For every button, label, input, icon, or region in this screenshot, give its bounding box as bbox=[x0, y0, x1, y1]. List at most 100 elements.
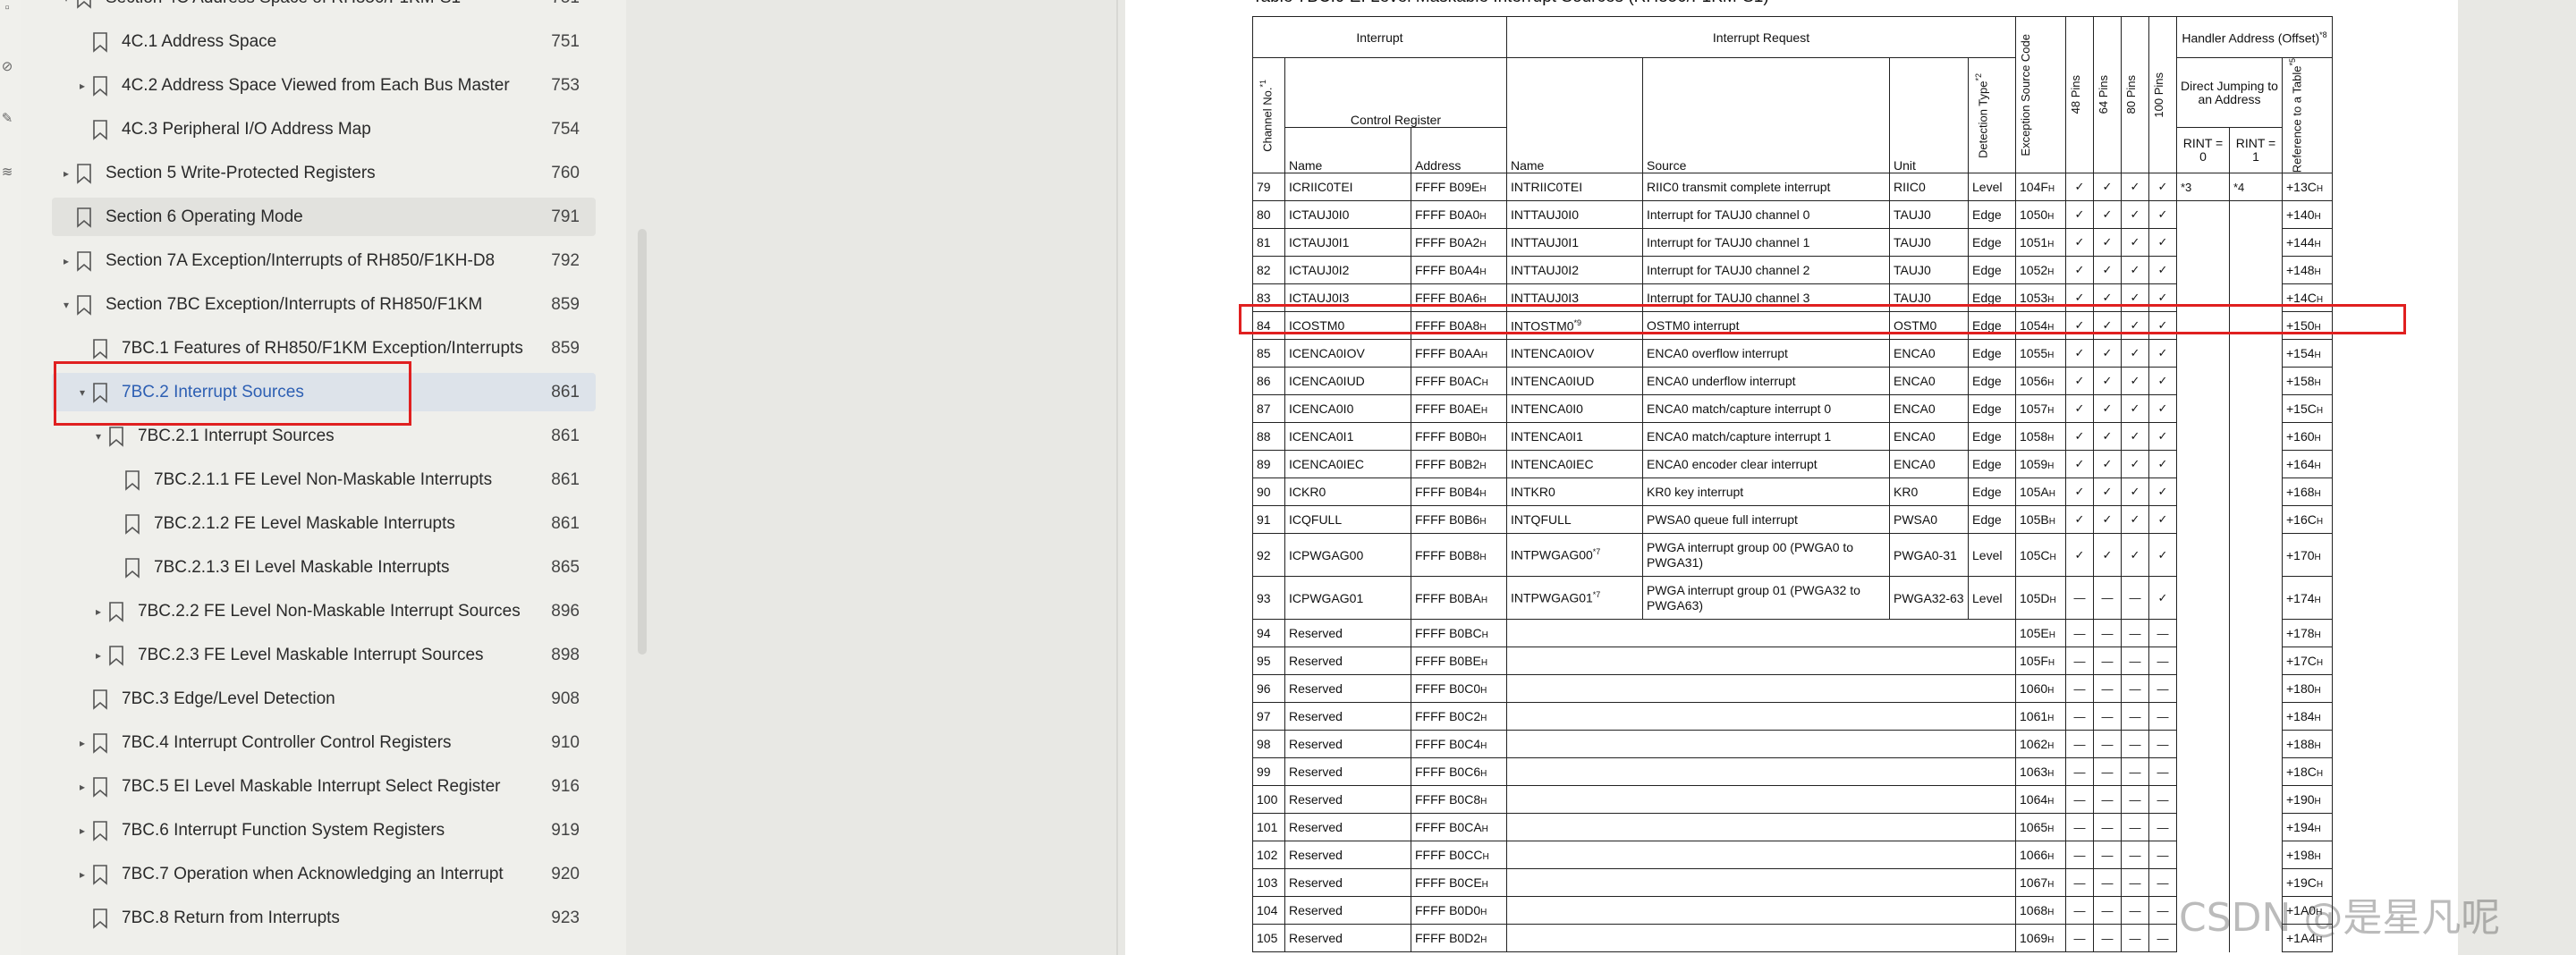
bookmark-item[interactable]: ▸ 7BC.2.2 FE Level Non-Maskable Interrupt… bbox=[91, 592, 596, 630]
bookmark-item[interactable]: ▸ 7BC.2.3 FE Level Maskable Interrupt Sou… bbox=[91, 636, 596, 674]
page-icon[interactable]: ▫ bbox=[0, 0, 14, 16]
cell-exception-code: 1054H bbox=[2015, 311, 2066, 341]
cell-detection: Level bbox=[1968, 533, 2016, 578]
bookmark-scrollbar[interactable] bbox=[638, 229, 647, 655]
cell-exception-code: 104FH bbox=[2015, 173, 2066, 202]
bookmark-item[interactable]: ▸ 7BC.7 Operation when Acknowledging an I… bbox=[75, 855, 596, 893]
cell-source: PWGA interrupt group 00 (PWGA0 to PWGA31… bbox=[1642, 533, 1890, 578]
cell-empty bbox=[1506, 841, 2016, 870]
bookmark-item[interactable]: 7BC.1 Features of RH850/F1KM Exception/I… bbox=[75, 329, 596, 368]
watermark: CSDN @是星凡呢 bbox=[2179, 895, 2501, 941]
cell-detection: Edge bbox=[1968, 367, 2016, 396]
cell-exception-code: 1052H bbox=[2015, 256, 2066, 285]
chevron-right-icon[interactable]: ▸ bbox=[75, 824, 89, 837]
chevron-down-icon[interactable]: ▾ bbox=[91, 430, 106, 443]
cell-pin-support: ✓ bbox=[2121, 228, 2149, 258]
layers-icon[interactable]: ≋ bbox=[0, 165, 14, 181]
bookmark-item[interactable]: 7BC.8 Return from Interrupts 923 bbox=[75, 899, 596, 937]
chevron-right-icon[interactable]: ▸ bbox=[59, 167, 73, 180]
cell-rint0 bbox=[2176, 813, 2230, 841]
chevron-right-icon[interactable]: ▸ bbox=[59, 255, 73, 267]
bookmark-item[interactable]: ▸ 7BC.6 Interrupt Function System Registe… bbox=[75, 811, 596, 849]
bookmark-item[interactable]: ▸ 7BC.5 EI Level Maskable Interrupt Selec… bbox=[75, 767, 596, 806]
chevron-right-icon[interactable]: ▸ bbox=[75, 80, 89, 92]
link-icon[interactable]: ⊘ bbox=[0, 59, 14, 75]
chevron-down-icon[interactable]: ▾ bbox=[59, 0, 73, 4]
interrupt-table: Interrupt Interrupt Request Exception So… bbox=[1252, 15, 2333, 953]
table-row: 84 ICOSTM0 FFFF B0A8H INTOSTM0*9 OSTM0 inter… bbox=[1252, 311, 2333, 341]
cell-register-name: ICENCA0IOV bbox=[1284, 339, 1411, 368]
bookmark-page-number: 859 bbox=[551, 295, 580, 314]
bookmark-item[interactable]: ▸ 4C.2 Address Space Viewed from Each Bus… bbox=[75, 66, 596, 105]
cell-pin-support: — bbox=[2148, 757, 2177, 787]
cell-pin-support: — bbox=[2065, 841, 2094, 870]
cell-pin-support: ✓ bbox=[2121, 394, 2149, 424]
cell-reference: +160H bbox=[2282, 422, 2333, 452]
cell-rint1 bbox=[2229, 576, 2283, 620]
cell-rint0 bbox=[2176, 702, 2230, 731]
chevron-right-icon[interactable]: ▸ bbox=[75, 781, 89, 793]
bookmark-item[interactable]: ▾ Section 7BC Exception/Interrupts of RH8… bbox=[59, 285, 596, 324]
chevron-right-icon[interactable]: ▸ bbox=[75, 868, 89, 881]
bookmark-item[interactable]: ▸ Section 5 Write-Protected Registers 760 bbox=[59, 154, 596, 192]
document-page: Table 7BC.9 EI Level Maskable Interrupt … bbox=[1125, 0, 2458, 955]
cell-pin-support: — bbox=[2065, 702, 2094, 731]
cell-pin-support: — bbox=[2148, 702, 2177, 731]
cell-pin-support: ✓ bbox=[2121, 367, 2149, 396]
chevron-down-icon[interactable]: ▾ bbox=[75, 386, 89, 399]
cell-source: ENCA0 match/capture interrupt 1 bbox=[1642, 422, 1890, 452]
cell-channel: 80 bbox=[1252, 200, 1285, 230]
cell-empty bbox=[1506, 730, 2016, 759]
chevron-right-icon[interactable]: ▸ bbox=[91, 649, 106, 662]
header-address: Address bbox=[1411, 127, 1507, 174]
bookmark-item[interactable]: ▸ Section 7A Exception/Interrupts of RH85… bbox=[59, 241, 596, 280]
cell-unit: TAUJ0 bbox=[1889, 283, 1969, 313]
bookmark-item[interactable]: 7BC.3 Edge/Level Detection 908 bbox=[75, 680, 596, 718]
cell-request-name: INTTAUJ0I2 bbox=[1506, 256, 1643, 285]
header-48-pins: 48 Pins bbox=[2065, 15, 2094, 174]
bookmark-label: 7BC.2.1.3 EI Level Maskable Interrupts bbox=[154, 557, 450, 577]
cell-rint1 bbox=[2229, 505, 2283, 534]
bookmark-item[interactable]: 7BC.2.1.1 FE Level Non-Maskable Interrup… bbox=[107, 461, 596, 499]
cell-channel: 83 bbox=[1252, 283, 1285, 313]
chevron-right-icon[interactable]: ▸ bbox=[75, 737, 89, 749]
bookmark-item[interactable]: 7BC.2.1.2 FE Level Maskable Interrupts 86… bbox=[107, 504, 596, 543]
cell-register-name: ICENCA0IEC bbox=[1284, 450, 1411, 479]
cell-unit: OSTM0 bbox=[1889, 311, 1969, 341]
bookmark-item[interactable]: 4C.3 Peripheral I/O Address Map 754 bbox=[75, 110, 596, 148]
table-row: 88 ICENCA0I1 FFFF B0B0H INTENCA0I1 ENCA0 mat… bbox=[1252, 422, 2333, 452]
cell-reference: +188H bbox=[2282, 730, 2333, 759]
bookmark-icon bbox=[89, 381, 111, 404]
bookmark-item[interactable]: ▾ 7BC.2 Interrupt Sources 861 bbox=[52, 373, 596, 411]
cell-pin-support: — bbox=[2148, 924, 2177, 953]
cell-rint0 bbox=[2176, 505, 2230, 534]
cell-rint1 bbox=[2229, 841, 2283, 869]
bookmark-item[interactable]: 4C.1 Address Space 751 bbox=[75, 22, 596, 61]
bookmark-item[interactable]: ▾ 7BC.2.1 Interrupt Sources 861 bbox=[91, 417, 596, 455]
bookmark-label: 4C.1 Address Space bbox=[122, 31, 277, 51]
bookmark-icon bbox=[106, 600, 127, 623]
cell-pin-support: — bbox=[2093, 702, 2122, 731]
header-rint1: RINT = 1 bbox=[2229, 127, 2283, 174]
bookmark-page-number: 865 bbox=[551, 558, 580, 577]
cell-pin-support: — bbox=[2065, 924, 2094, 953]
cell-pin-support: ✓ bbox=[2121, 173, 2149, 202]
bookmark-label: 7BC.2.1 Interrupt Sources bbox=[138, 426, 335, 445]
bookmark-item[interactable]: Section 6 Operating Mode 791 bbox=[52, 198, 596, 236]
chevron-down-icon[interactable]: ▾ bbox=[59, 299, 73, 311]
bookmark-item[interactable]: ▾ Section 4C Address Space of RH850/F1KM-… bbox=[59, 0, 596, 17]
cell-unit: PWGA32-63 bbox=[1889, 576, 1969, 621]
cell-rint1 bbox=[2229, 674, 2283, 703]
chevron-right-icon[interactable]: ▸ bbox=[91, 605, 106, 618]
bookmark-page-number: 859 bbox=[551, 339, 580, 358]
pen-icon[interactable]: ✎ bbox=[0, 111, 14, 127]
bookmark-item[interactable]: ▸ 7BC.4 Interrupt Controller Control Regi… bbox=[75, 723, 596, 762]
cell-address: FFFF B0B2H bbox=[1411, 450, 1507, 479]
bookmark-icon bbox=[73, 249, 95, 273]
cell-address: FFFF B0A0H bbox=[1411, 200, 1507, 230]
cell-request-name: INTENCA0IOV bbox=[1506, 339, 1643, 368]
cell-register-name: ICENCA0I1 bbox=[1284, 422, 1411, 452]
cell-unit: TAUJ0 bbox=[1889, 228, 1969, 258]
bookmark-item[interactable]: 7BC.2.1.3 EI Level Maskable Interrupts 86… bbox=[107, 548, 596, 587]
table-row: 98 Reserved FFFF B0C4H 1062H — — — — +188H bbox=[1252, 730, 2333, 759]
